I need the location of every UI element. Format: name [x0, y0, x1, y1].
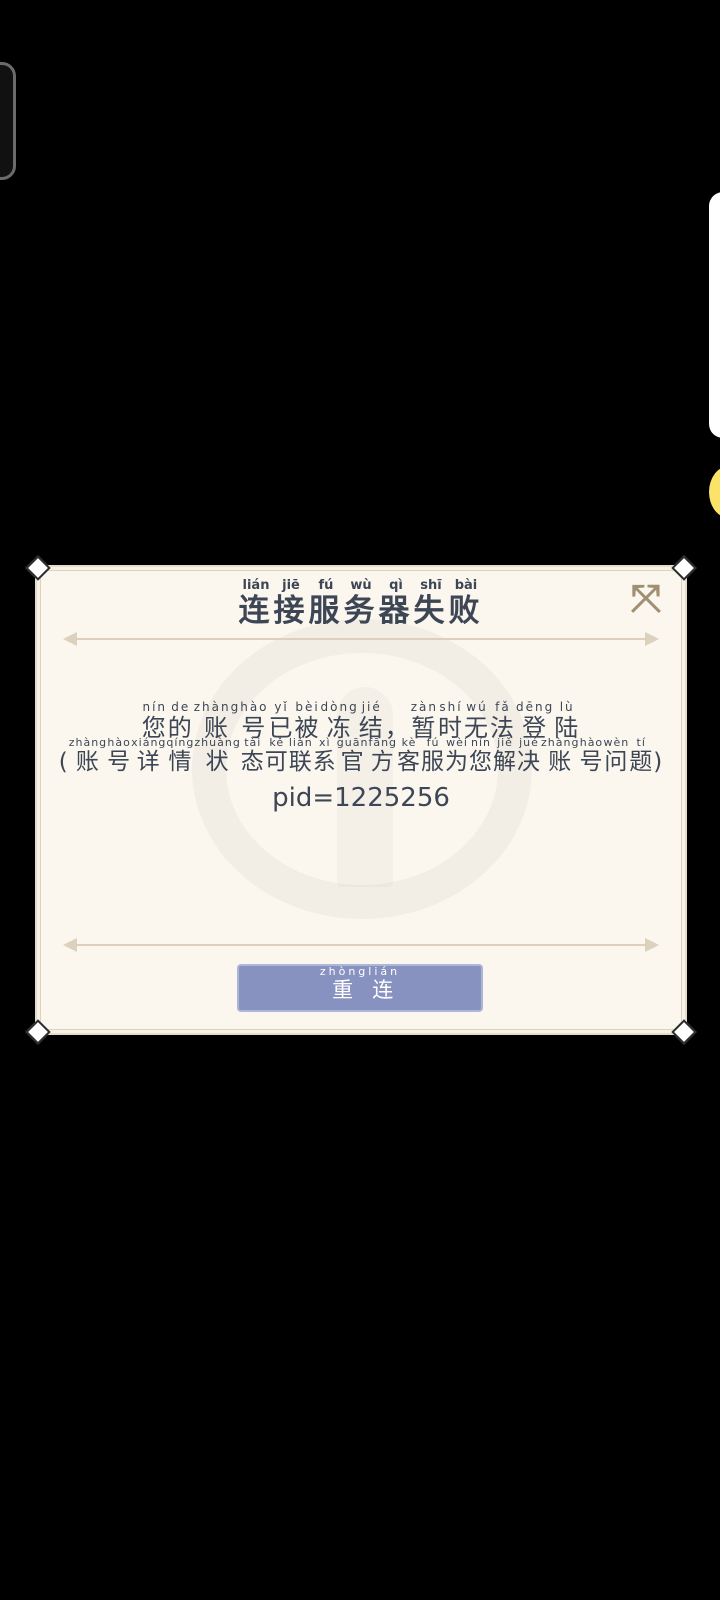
- divider-bottom: [63, 938, 659, 952]
- side-panel[interactable]: [709, 192, 720, 438]
- close-icon[interactable]: ⤧: [629, 579, 663, 617]
- char-with-pinyin: 务wù: [343, 578, 379, 629]
- message-contact-support: (账zhàng号hào详xiáng情qíng状zhuàng态tài可kě联liá…: [37, 736, 685, 776]
- connection-failed-dialog: 连lián接jiē服fú务wù器qì失shī败bài ⤧ 您nín的de账zhà…: [25, 555, 697, 1045]
- reconnect-button[interactable]: 重zhòng连lián: [237, 964, 483, 1012]
- char-with-pinyin: 可kě: [264, 736, 289, 775]
- char-with-pinyin: 系xì: [312, 736, 337, 775]
- char-with-pinyin: 客kè: [397, 736, 422, 775]
- char-with-pinyin: 号hào: [579, 736, 604, 775]
- char-with-pinyin: 号hào: [107, 736, 132, 775]
- char-with-pinyin: 账zhàng: [541, 736, 580, 775]
- dialog-title: 连lián接jiē服fú务wù器qì失shī败bài: [37, 578, 685, 630]
- char-with-pinyin: 失shī: [413, 578, 449, 629]
- char-with-pinyin: 情qíng: [166, 736, 195, 775]
- char-with-pinyin: 解jiě: [493, 736, 518, 775]
- char-with-pinyin: 问wèn: [603, 736, 630, 775]
- char-with-pinyin: 详xiáng: [131, 736, 167, 775]
- char-with-pinyin: 态tài: [240, 736, 265, 775]
- char-with-pinyin: (: [58, 749, 69, 775]
- corner-ornament: [671, 1019, 697, 1045]
- char-with-pinyin: 您nín: [469, 736, 494, 775]
- divider-top: [63, 632, 659, 646]
- char-with-pinyin: 接jiē: [273, 578, 309, 629]
- char-with-pinyin: 决jué: [517, 736, 542, 775]
- char-with-pinyin: 服fú: [308, 578, 344, 629]
- char-with-pinyin: 方fāng: [368, 736, 398, 775]
- char-with-pinyin: 重zhòng: [319, 965, 369, 1002]
- corner-ornament: [25, 555, 51, 581]
- side-floating-button[interactable]: [709, 466, 720, 518]
- char-with-pinyin: 为wèi: [445, 736, 470, 775]
- char-with-pinyin: 连lián: [238, 578, 274, 629]
- corner-ornament: [25, 1019, 51, 1045]
- corner-ornament: [671, 555, 697, 581]
- char-with-pinyin: 连lián: [368, 965, 401, 1002]
- char-with-pinyin: 服fú: [421, 736, 446, 775]
- char-with-pinyin: 败bài: [448, 578, 484, 629]
- char-with-pinyin: 状zhuàng: [194, 736, 241, 775]
- player-id: pid=1225256: [272, 783, 450, 813]
- char-with-pinyin: 联lián: [288, 736, 313, 775]
- char-with-pinyin: 账zhàng: [68, 736, 108, 775]
- char-with-pinyin: ): [653, 749, 664, 775]
- left-edge-panel: [0, 62, 16, 180]
- char-with-pinyin: 官guān: [336, 736, 369, 775]
- char-with-pinyin: 器qì: [378, 578, 414, 629]
- char-with-pinyin: 题tí: [629, 736, 654, 775]
